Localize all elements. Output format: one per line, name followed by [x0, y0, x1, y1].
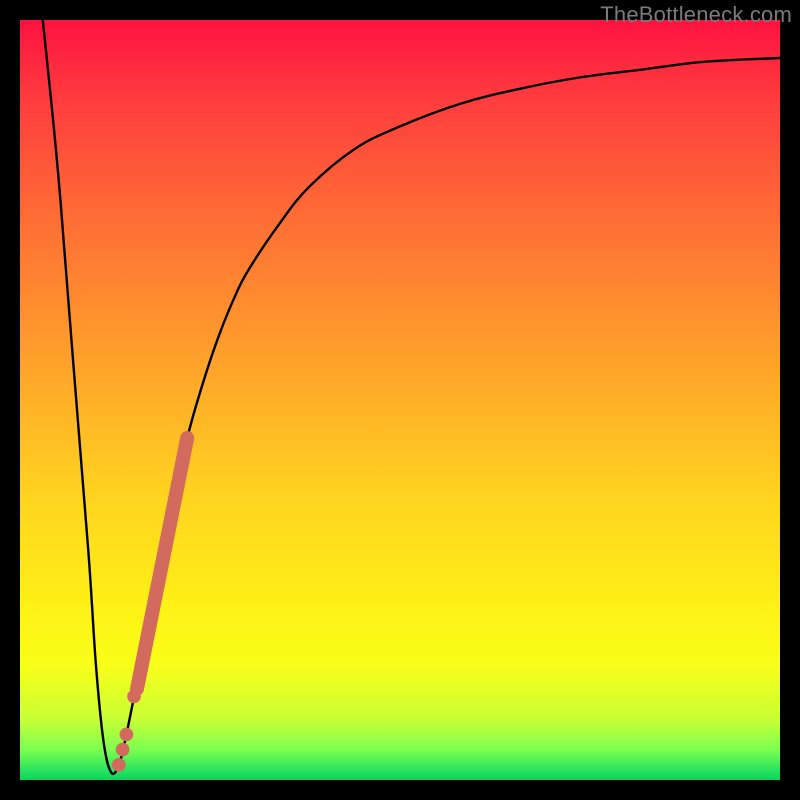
watermark-text: TheBottleneck.com — [600, 2, 792, 28]
marker-dot — [120, 728, 134, 742]
chart-overlay — [20, 20, 780, 780]
marker-segment — [137, 438, 187, 689]
marker-dot — [127, 690, 141, 704]
marker-dot — [112, 758, 126, 772]
marker-dot — [116, 743, 130, 757]
bottleneck-curve — [43, 20, 780, 774]
highlight-markers — [112, 438, 187, 772]
chart-container: TheBottleneck.com — [0, 0, 800, 800]
